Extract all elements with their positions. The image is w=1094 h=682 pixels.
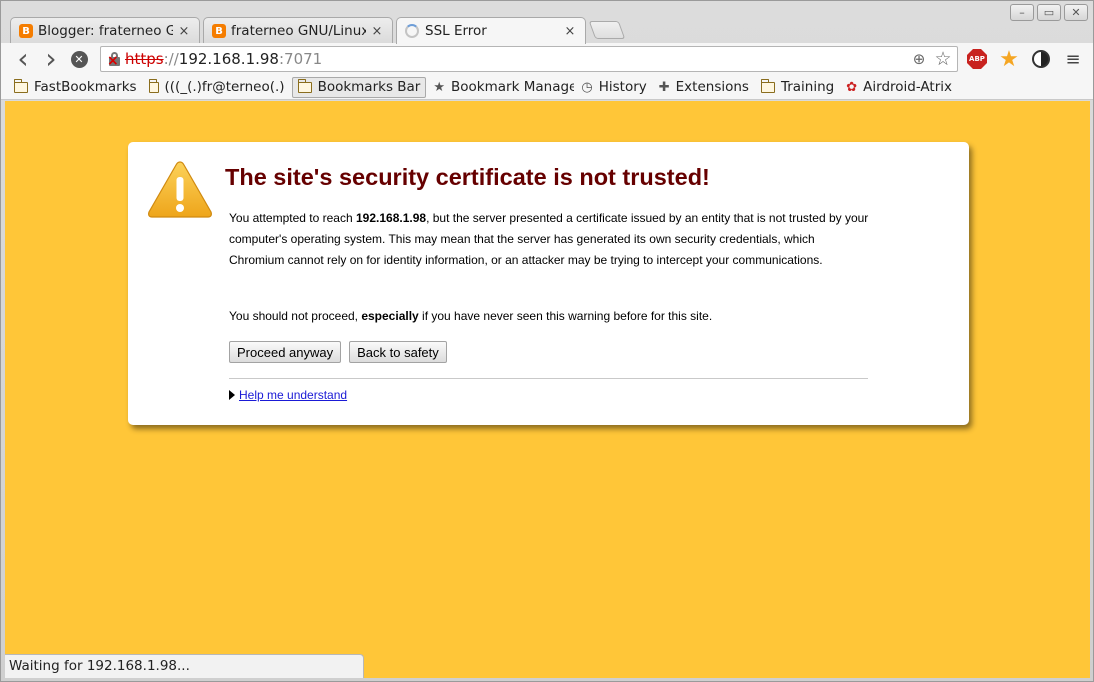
forward-button[interactable]: › xyxy=(37,45,65,73)
explanation-paragraph: You attempted to reach 192.168.1.98, but… xyxy=(229,208,869,271)
starred-extension-button[interactable]: ★ xyxy=(997,46,1021,72)
help-me-understand-link[interactable]: Help me understand xyxy=(239,388,347,402)
star-icon: ★ xyxy=(433,79,446,95)
url-separator: :// xyxy=(163,50,179,68)
bookmark-airdroid-atrix[interactable]: ✿ Airdroid-Atrix xyxy=(841,77,957,98)
address-bar[interactable]: × https :// 192.168.1.98 :7071 ⊕ ☆ xyxy=(100,46,958,72)
broken-lock-icon[interactable]: × xyxy=(107,51,123,68)
bookmark-star-icon[interactable]: ☆ xyxy=(933,48,953,70)
bookmark-label: Extensions xyxy=(675,79,749,95)
stop-button[interactable]: ✕ xyxy=(65,45,93,73)
bookmark-label: Bookmark Manager xyxy=(451,79,575,95)
bookmark-label: (((_(.)fr@terneo(.) xyxy=(164,79,285,95)
chrome-menu-button[interactable]: ≡ xyxy=(1061,47,1085,71)
tab-blogger-dashboard[interactable]: B Blogger: fraterneo GN × xyxy=(10,17,200,44)
bookmark-bookmarks-bar[interactable]: Bookmarks Bar xyxy=(291,76,427,98)
forward-arrow-icon: › xyxy=(45,42,57,75)
emphasis-text: especially xyxy=(361,309,419,323)
folder-icon xyxy=(297,78,312,93)
tab-close-icon[interactable]: × xyxy=(563,24,577,39)
bookmark-label: History xyxy=(598,79,647,95)
blogger-icon: B xyxy=(212,24,226,38)
tab-title: fraterneo GNU/Linux: xyxy=(231,23,366,39)
back-button[interactable]: ‹ xyxy=(9,45,37,73)
tab-strip: B Blogger: fraterneo GN × B fraterneo GN… xyxy=(1,1,1093,44)
host-name: 192.168.1.98 xyxy=(355,211,427,225)
bookmark-fraterneo-folder[interactable]: (((_(.)fr@terneo(.) xyxy=(144,77,290,98)
ssl-error-card: The site's security certificate is not t… xyxy=(128,142,969,425)
tab-fraterneo-blog[interactable]: B fraterneo GNU/Linux: × xyxy=(203,17,393,44)
toolbar: ‹ › ✕ × https :// 192.168.1.98 :7071 ⊕ ☆… xyxy=(1,43,1093,75)
bookmark-label: Training xyxy=(780,79,835,95)
action-buttons: Proceed anyway Back to safety xyxy=(229,341,447,363)
bookmark-history[interactable]: ◷ History xyxy=(576,77,651,98)
restore-button[interactable]: ▭ xyxy=(1037,4,1061,21)
folder-icon xyxy=(148,78,159,93)
page-content: The site's security certificate is not t… xyxy=(5,101,1090,678)
url-port: :7071 xyxy=(278,50,323,68)
bookmark-training[interactable]: Training xyxy=(756,77,839,98)
contrast-icon xyxy=(1032,50,1050,68)
browser-window: B Blogger: fraterneo GN × B fraterneo GN… xyxy=(0,0,1094,682)
bookmarks-bar: FastBookmarks (((_(.)fr@terneo(.) Bookma… xyxy=(1,75,1093,100)
paragraph-text: if you have never seen this warning befo… xyxy=(418,309,713,323)
paragraph-text: You attempted to reach xyxy=(229,211,356,225)
minimize-button[interactable]: – xyxy=(1010,4,1034,21)
url-scheme: https xyxy=(125,50,164,68)
tab-ssl-error[interactable]: SSL Error × xyxy=(396,17,586,44)
folder-icon xyxy=(14,78,28,93)
back-arrow-icon: ‹ xyxy=(17,42,29,75)
bookmark-extensions[interactable]: ✚ Extensions xyxy=(654,77,754,98)
new-tab-button[interactable] xyxy=(588,21,626,39)
page-title: The site's security certificate is not t… xyxy=(225,164,710,190)
tab-close-icon[interactable]: × xyxy=(370,24,384,39)
zoom-icon[interactable]: ⊕ xyxy=(909,49,929,69)
star-icon: ★ xyxy=(999,46,1019,72)
tab-title: SSL Error xyxy=(425,23,487,39)
close-window-button[interactable]: ✕ xyxy=(1064,4,1088,21)
tab-title: Blogger: fraterneo GN xyxy=(38,23,173,39)
divider xyxy=(229,378,868,379)
bookmark-label: Bookmarks Bar xyxy=(317,79,421,95)
blogger-icon: B xyxy=(19,24,33,38)
warning-paragraph: You should not proceed, especially if yo… xyxy=(229,306,869,327)
status-bubble: Waiting for 192.168.1.98... xyxy=(5,654,364,678)
paragraph-text: You should not proceed, xyxy=(229,309,362,323)
disclosure-triangle-icon[interactable] xyxy=(229,390,235,400)
adblock-plus-button[interactable]: ABP xyxy=(965,47,989,71)
folder-icon xyxy=(760,78,775,93)
url-host: 192.168.1.98 xyxy=(178,50,279,68)
back-to-safety-button[interactable]: Back to safety xyxy=(349,341,447,363)
help-expander[interactable]: Help me understand xyxy=(229,388,347,402)
airdroid-icon: ✿ xyxy=(846,79,858,95)
puzzle-icon: ✚ xyxy=(658,79,670,95)
stop-icon: ✕ xyxy=(70,50,88,68)
warning-triangle-icon xyxy=(148,161,212,218)
adblock-plus-icon: ABP xyxy=(967,49,987,69)
contrast-extension-button[interactable] xyxy=(1029,47,1053,71)
window-controls: – ▭ ✕ xyxy=(1010,4,1088,21)
tab-close-icon[interactable]: × xyxy=(177,24,191,39)
proceed-anyway-button[interactable]: Proceed anyway xyxy=(229,341,342,363)
clock-icon: ◷ xyxy=(581,79,593,95)
loading-spinner-icon xyxy=(405,24,419,38)
bookmark-bookmark-manager[interactable]: ★ Bookmark Manager xyxy=(428,77,574,98)
bookmark-fastbookmarks[interactable]: FastBookmarks xyxy=(9,77,142,98)
bookmark-label: FastBookmarks xyxy=(34,79,137,95)
bookmark-label: Airdroid-Atrix xyxy=(863,79,953,95)
hamburger-menu-icon: ≡ xyxy=(1065,48,1081,70)
